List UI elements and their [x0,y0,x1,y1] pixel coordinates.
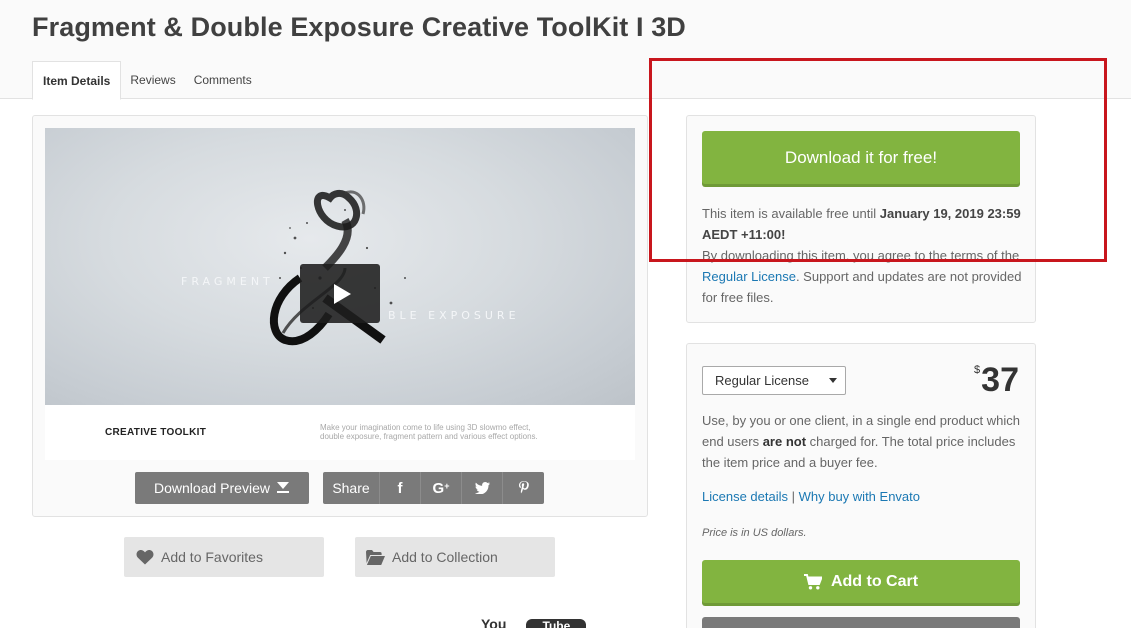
youtube-logo-you: You [481,616,507,628]
download-preview-button[interactable]: Download Preview [135,472,309,504]
add-to-collection-label: Add to Collection [392,549,498,565]
add-to-favorites-label: Add to Favorites [161,549,263,565]
artwork-text-exposure: BLE EXPOSURE [388,309,520,322]
free-offer-text: This item is available free until Januar… [702,203,1022,308]
purchase-panel: Regular License $ 37 Use, by you or one … [686,343,1036,628]
youtube-logo-tube: Tube [526,619,587,628]
download-arrow-icon [276,482,290,494]
download-preview-label: Download Preview [154,480,270,496]
free-download-panel: Download it for free! This item is avail… [686,115,1036,323]
heart-icon [136,550,154,565]
chevron-down-icon [829,378,837,383]
license-select[interactable]: Regular License [702,366,846,395]
license-links: License details | Why buy with Envato [702,489,920,504]
artwork-text-fragment: FRAGMENT [181,275,274,288]
play-button[interactable] [300,264,380,323]
twitter-icon[interactable] [462,472,503,504]
share-button[interactable]: Share [323,472,380,504]
price-currency: $ [974,364,981,376]
cart-icon [803,573,822,589]
free-agree-prefix: By downloading this item, you agree to t… [702,248,1020,263]
license-select-value: Regular License [715,373,809,388]
item-price: $ 37 [974,360,1019,400]
add-to-collection-button[interactable]: Add to Collection [355,537,555,577]
download-free-button[interactable]: Download it for free! [702,131,1020,184]
tab-comments[interactable]: Comments [185,61,261,99]
price-amount: 37 [981,361,1019,399]
regular-license-link[interactable]: Regular License [702,269,796,284]
play-icon [333,283,351,304]
toolkit-description-line: Make your imagination come to life using… [320,423,531,432]
free-offer-prefix: This item is available free until [702,206,880,221]
add-to-cart-button[interactable]: Add to Cart [702,560,1020,603]
preview-video[interactable]: FRAGMENT BLE EXPOSURE CREATIVE TOOLKIT M… [45,128,635,460]
price-note: Price is in US dollars. [702,527,807,539]
preview-artwork: FRAGMENT BLE EXPOSURE [45,128,635,405]
add-to-cart-label: Add to Cart [830,572,919,590]
tab-reviews[interactable]: Reviews [121,61,184,99]
toolkit-description: Make your imagination come to life using… [320,423,538,441]
toolkit-label: CREATIVE TOOLKIT [105,427,207,438]
add-to-favorites-button[interactable]: Add to Favorites [124,537,324,577]
twitter-bird-glyph [474,482,490,494]
item-page: Fragment & Double Exposure Creative Tool… [0,0,1131,628]
why-buy-envato-link[interactable]: Why buy with Envato [799,489,920,504]
preview-actions: Download Preview Share f G + [135,472,544,504]
pinterest-glyph [518,480,529,493]
license-description: Use, by you or one client, in a single e… [702,410,1022,473]
toolkit-description-line: double exposure, fragment pattern and va… [320,432,538,441]
preview-caption: CREATIVE TOOLKIT Make your imagination c… [45,405,635,460]
preview-panel: FRAGMENT BLE EXPOSURE CREATIVE TOOLKIT M… [32,115,648,517]
license-desc-bold: are not [762,434,807,449]
item-header: Fragment & Double Exposure Creative Tool… [0,0,1131,100]
page-title: Fragment & Double Exposure Creative Tool… [32,12,686,42]
pinterest-icon[interactable] [503,472,544,504]
share-group: Share f G + [323,472,544,504]
collection-actions: Add to Favorites Add to Collection [124,537,555,577]
google-plus-icon[interactable]: G + [421,472,462,504]
item-tabs: Item Details Reviews Comments [32,61,261,100]
folder-icon [366,549,385,565]
tab-item-details[interactable]: Item Details [32,61,122,100]
buy-now-button[interactable] [702,617,1020,628]
license-details-link[interactable]: License details [702,489,788,504]
facebook-icon[interactable]: f [380,472,421,504]
youtube-logo: You Tube [481,616,587,628]
link-separator: | [788,489,799,504]
